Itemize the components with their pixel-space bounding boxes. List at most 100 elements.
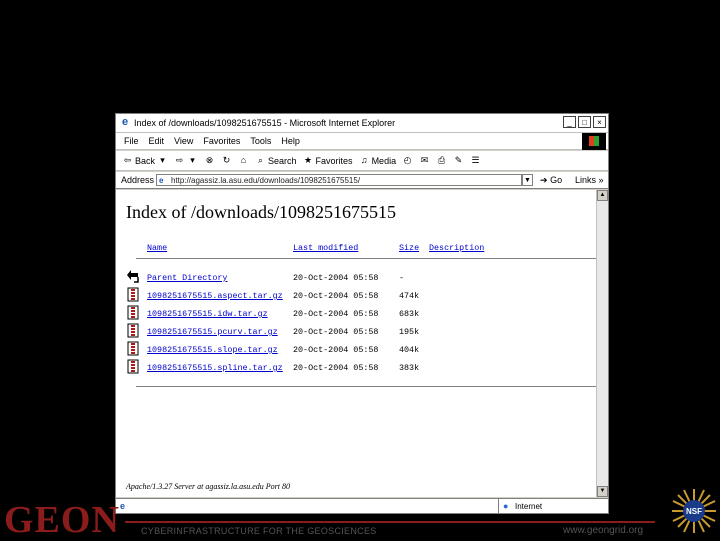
security-zone: Internet	[498, 499, 542, 514]
table-row: 1098251675515.aspect.tar.gz 20-Oct-2004 …	[126, 287, 596, 309]
sort-by-description-link[interactable]: Description	[429, 243, 484, 253]
footer-divider	[136, 386, 598, 387]
forward-arrow-icon: ⇨	[175, 155, 184, 165]
page-status-icon: e	[120, 501, 126, 511]
menu-view[interactable]: View	[174, 133, 193, 149]
archive-icon	[127, 305, 139, 320]
media-icon: ♫	[360, 155, 368, 165]
menu-tools[interactable]: Tools	[250, 133, 271, 149]
vertical-scrollbar[interactable]: ▲ ▼	[596, 190, 608, 497]
archive-icon	[127, 323, 139, 338]
sort-by-modified-link[interactable]: Last modified	[293, 243, 358, 253]
close-button[interactable]: ×	[593, 116, 606, 128]
discuss-button[interactable]: ☰	[470, 155, 481, 166]
history-button[interactable]: ◴	[402, 155, 413, 166]
server-signature: Apache/1.3.27 Server at agassiz.la.asu.e…	[126, 482, 290, 491]
windows-flag-icon	[582, 133, 606, 150]
window-title: Index of /downloads/1098251675515 - Micr…	[134, 118, 396, 128]
footer-rule	[125, 521, 655, 523]
header-divider	[136, 258, 598, 259]
stop-icon: ⊗	[205, 155, 214, 165]
file-link[interactable]: 1098251675515.spline.tar.gz	[147, 363, 283, 373]
favorites-label: Favorites	[315, 155, 353, 166]
discuss-icon: ☰	[471, 155, 480, 165]
menu-edit[interactable]: Edit	[149, 133, 165, 149]
file-link[interactable]: 1098251675515.idw.tar.gz	[147, 309, 268, 319]
favorites-button[interactable]: ★ Favorites	[303, 151, 353, 171]
go-label: Go	[550, 175, 563, 185]
file-modified: 20-Oct-2004 05:58	[293, 345, 379, 355]
printer-icon: ⎙	[437, 155, 446, 165]
print-button[interactable]: ⎙	[436, 155, 447, 166]
archive-icon	[127, 287, 139, 302]
menu-favorites[interactable]: Favorites	[203, 133, 240, 149]
home-button[interactable]: ⌂	[238, 155, 249, 166]
search-button[interactable]: ⌕ Search	[255, 151, 297, 171]
forward-button[interactable]: ⇨ ▾	[174, 155, 198, 166]
file-modified: 20-Oct-2004 05:58	[293, 327, 379, 337]
file-size: 195k	[399, 327, 420, 337]
file-modified: 20-Oct-2004 05:58	[293, 363, 379, 373]
sort-by-name-link[interactable]: Name	[147, 243, 167, 253]
address-input[interactable]: http://agassiz.la.asu.edu/downloads/1098…	[156, 174, 522, 186]
home-icon: ⌂	[240, 155, 247, 165]
table-row: Parent Directory 20-Oct-2004 05:58 -	[126, 270, 596, 291]
table-row: 1098251675515.spline.tar.gz 20-Oct-2004 …	[126, 359, 596, 381]
chevron-down-icon: ▼	[524, 177, 531, 184]
search-icon: ⌕	[257, 155, 264, 165]
file-size: 383k	[399, 363, 420, 373]
minimize-button[interactable]: _	[563, 116, 576, 128]
file-link[interactable]: 1098251675515.slope.tar.gz	[147, 345, 278, 355]
edit-icon: ✎	[454, 155, 463, 165]
table-row: 1098251675515.slope.tar.gz 20-Oct-2004 0…	[126, 341, 596, 363]
internet-explorer-icon: e	[121, 116, 129, 128]
file-size: 474k	[399, 291, 420, 301]
media-button[interactable]: ♫ Media	[359, 151, 397, 171]
standard-toolbar: ⇦ Back ▾ ⇨ ▾ ⊗ ↻ ⌂ ⌕ Search ★ Favorites …	[116, 151, 608, 171]
file-modified: 20-Oct-2004 05:58	[293, 291, 379, 301]
scroll-down-button[interactable]: ▼	[597, 486, 608, 497]
table-row: 1098251675515.idw.tar.gz 20-Oct-2004 05:…	[126, 305, 596, 327]
links-button[interactable]: Links »	[575, 172, 604, 189]
file-link[interactable]: 1098251675515.aspect.tar.gz	[147, 291, 283, 301]
go-arrow-icon: ➔	[540, 175, 548, 185]
search-label: Search	[268, 155, 297, 166]
file-link[interactable]: 1098251675515.pcurv.tar.gz	[147, 327, 278, 337]
file-size: -	[399, 273, 405, 283]
edit-button[interactable]: ✎	[453, 155, 464, 166]
archive-icon	[127, 359, 139, 374]
mail-icon: ✉	[420, 155, 429, 165]
sort-by-size-link[interactable]: Size	[399, 243, 419, 253]
address-dropdown-button[interactable]: ▼	[522, 174, 533, 186]
go-button[interactable]: ➔ Go	[540, 172, 562, 189]
footer-tagline: CYBERINFRASTRUCTURE FOR THE GEOSCIENCES	[141, 526, 377, 536]
back-arrow-icon	[127, 270, 139, 283]
footer-url: www.geongrid.org	[563, 525, 644, 536]
nsf-logo-icon: NSF	[672, 489, 716, 533]
maximize-button[interactable]: □	[578, 116, 591, 128]
archive-icon	[127, 341, 139, 356]
history-icon: ◴	[403, 155, 412, 165]
file-modified: 20-Oct-2004 05:58	[293, 273, 379, 283]
table-row: 1098251675515.pcurv.tar.gz 20-Oct-2004 0…	[126, 323, 596, 345]
menu-help[interactable]: Help	[281, 133, 300, 149]
back-button[interactable]: ⇦ Back ▾	[122, 151, 168, 171]
geon-logo: GEON	[4, 499, 120, 541]
address-bar: Address http://agassiz.la.asu.edu/downlo…	[116, 172, 608, 189]
file-link[interactable]: Parent Directory	[147, 273, 227, 283]
media-label: Media	[371, 155, 397, 166]
back-label: Back	[135, 155, 156, 166]
favorites-icon: ★	[304, 155, 313, 165]
refresh-button[interactable]: ↻	[221, 155, 232, 166]
menu-file[interactable]: File	[124, 133, 139, 149]
stop-button[interactable]: ⊗	[204, 155, 215, 166]
scroll-up-button[interactable]: ▲	[597, 190, 608, 201]
file-modified: 20-Oct-2004 05:58	[293, 309, 379, 319]
title-bar: e Index of /downloads/1098251675515 - Mi…	[116, 114, 608, 133]
address-label: Address	[121, 175, 155, 185]
chevron-down-icon: ▾	[160, 155, 165, 165]
menu-bar: File Edit View Favorites Tools Help	[116, 133, 608, 150]
refresh-icon: ↻	[222, 155, 231, 165]
mail-button[interactable]: ✉	[419, 155, 430, 166]
file-size: 404k	[399, 345, 420, 355]
